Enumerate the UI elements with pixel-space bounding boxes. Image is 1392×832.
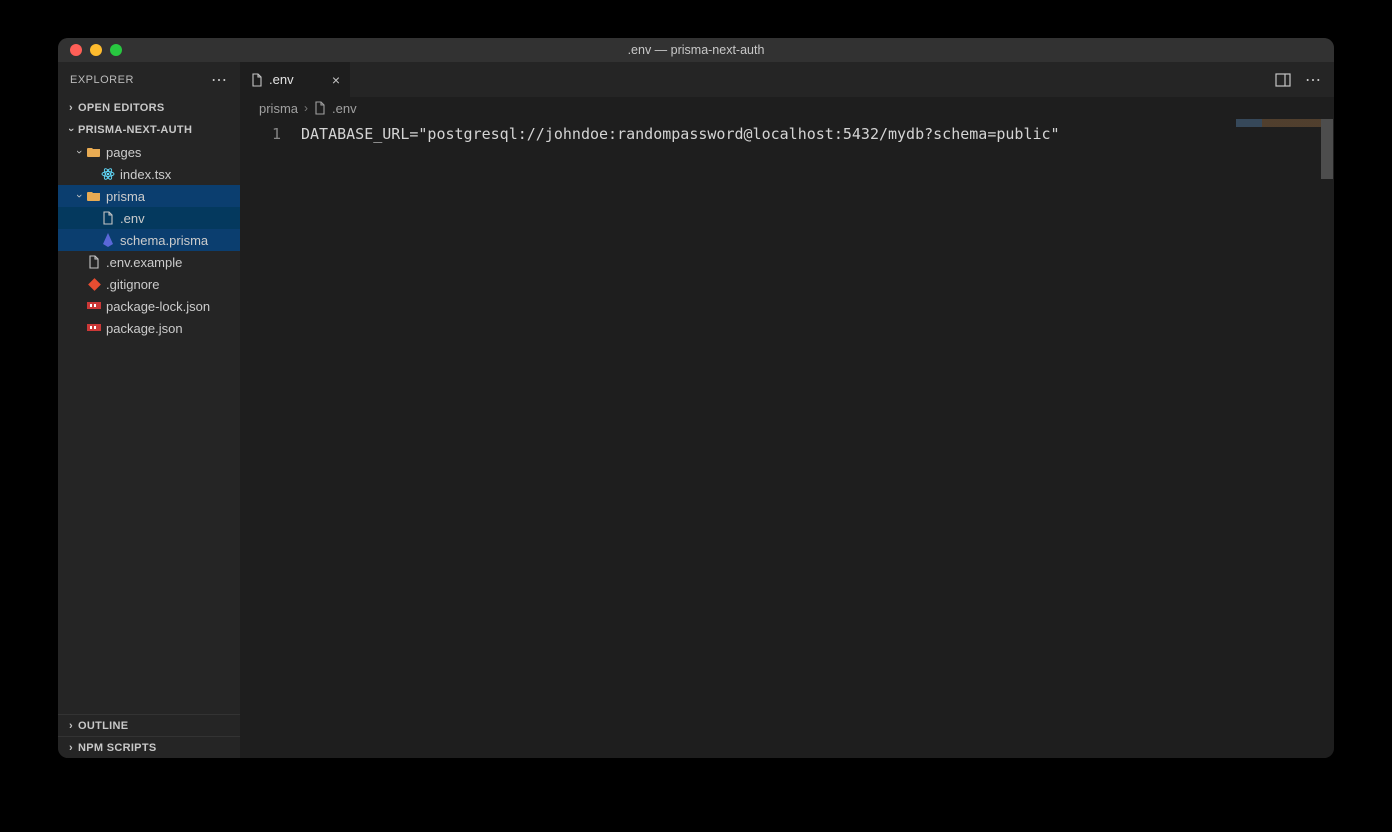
file-package-json[interactable]: package.json [58, 317, 240, 339]
breadcrumb-folder[interactable]: prisma [259, 101, 298, 116]
git-icon [86, 278, 102, 291]
file-label: index.tsx [120, 167, 171, 182]
chevron-right-icon: › [64, 102, 78, 114]
file-icon [100, 211, 116, 225]
tab-label: .env [269, 72, 294, 87]
chevron-right-icon: › [304, 101, 308, 115]
explorer-title: EXPLORER [70, 74, 134, 86]
split-editor-icon[interactable] [1275, 73, 1291, 87]
file-label: package.json [106, 321, 183, 336]
sidebar-bottom-sections: › OUTLINE › NPM SCRIPTS [58, 714, 240, 758]
more-icon[interactable]: ⋯ [1305, 70, 1322, 90]
maximize-window-button[interactable] [110, 44, 122, 56]
close-window-button[interactable] [70, 44, 82, 56]
file-label: schema.prisma [120, 233, 208, 248]
code-editor[interactable]: 1 DATABASE_URL="postgresql://johndoe:ran… [241, 119, 1334, 758]
minimize-window-button[interactable] [90, 44, 102, 56]
titlebar: .env — prisma-next-auth [58, 38, 1334, 62]
folder-pages[interactable]: › pages [58, 141, 240, 163]
folder-label: pages [106, 145, 141, 160]
npm-icon [86, 323, 102, 333]
file-tree: › pages index.tsx › [58, 141, 240, 714]
breadcrumb-file[interactable]: .env [332, 101, 357, 116]
file-label: .env [120, 211, 145, 226]
tab-actions: ⋯ [1275, 62, 1334, 97]
file-env[interactable]: .env [58, 207, 240, 229]
section-label: NPM SCRIPTS [78, 742, 156, 754]
tab-env[interactable]: .env × [241, 62, 351, 97]
section-project[interactable]: › PRISMA-NEXT-AUTH [58, 119, 240, 141]
npm-icon [86, 301, 102, 311]
code-content[interactable]: DATABASE_URL="postgresql://johndoe:rando… [301, 119, 1061, 758]
react-icon [100, 167, 116, 181]
file-icon [314, 101, 326, 115]
section-label: OPEN EDITORS [78, 102, 165, 114]
file-icon [251, 73, 263, 87]
file-icon [86, 255, 102, 269]
app-window: .env — prisma-next-auth EXPLORER ⋯ › OPE… [58, 38, 1334, 758]
minimap[interactable] [1236, 119, 1322, 127]
folder-prisma[interactable]: › prisma [58, 185, 240, 207]
chevron-right-icon: › [64, 742, 78, 754]
file-index-tsx[interactable]: index.tsx [58, 163, 240, 185]
chevron-right-icon: › [64, 720, 78, 732]
file-gitignore[interactable]: .gitignore [58, 273, 240, 295]
file-schema-prisma[interactable]: schema.prisma [58, 229, 240, 251]
window-title: .env — prisma-next-auth [58, 43, 1334, 57]
file-label: .env.example [106, 255, 182, 270]
chevron-down-icon: › [65, 123, 77, 137]
section-label: OUTLINE [78, 720, 128, 732]
section-outline[interactable]: › OUTLINE [58, 714, 240, 736]
line-gutter: 1 [241, 119, 301, 758]
scrollbar-thumb[interactable] [1321, 119, 1333, 179]
section-label: PRISMA-NEXT-AUTH [78, 124, 192, 136]
prisma-icon [100, 233, 116, 247]
section-npm-scripts[interactable]: › NPM SCRIPTS [58, 736, 240, 758]
file-env-example[interactable]: .env.example [58, 251, 240, 273]
close-icon[interactable]: × [332, 72, 340, 88]
breadcrumbs[interactable]: prisma › .env [241, 97, 1334, 119]
file-package-lock[interactable]: package-lock.json [58, 295, 240, 317]
tabbar: .env × ⋯ [241, 62, 1334, 97]
editor-area: .env × ⋯ prisma › .env [241, 62, 1334, 758]
file-label: .gitignore [106, 277, 159, 292]
section-open-editors[interactable]: › OPEN EDITORS [58, 97, 240, 119]
chevron-down-icon: › [73, 145, 85, 159]
folder-icon [86, 146, 102, 158]
line-number: 1 [241, 121, 281, 148]
folder-label: prisma [106, 189, 145, 204]
explorer-sidebar: EXPLORER ⋯ › OPEN EDITORS › PRISMA-NEXT-… [58, 62, 241, 758]
folder-icon [86, 190, 102, 202]
chevron-down-icon: › [73, 189, 85, 203]
file-label: package-lock.json [106, 299, 210, 314]
traffic-lights [58, 44, 122, 56]
more-icon[interactable]: ⋯ [211, 70, 228, 90]
sidebar-header: EXPLORER ⋯ [58, 62, 240, 97]
